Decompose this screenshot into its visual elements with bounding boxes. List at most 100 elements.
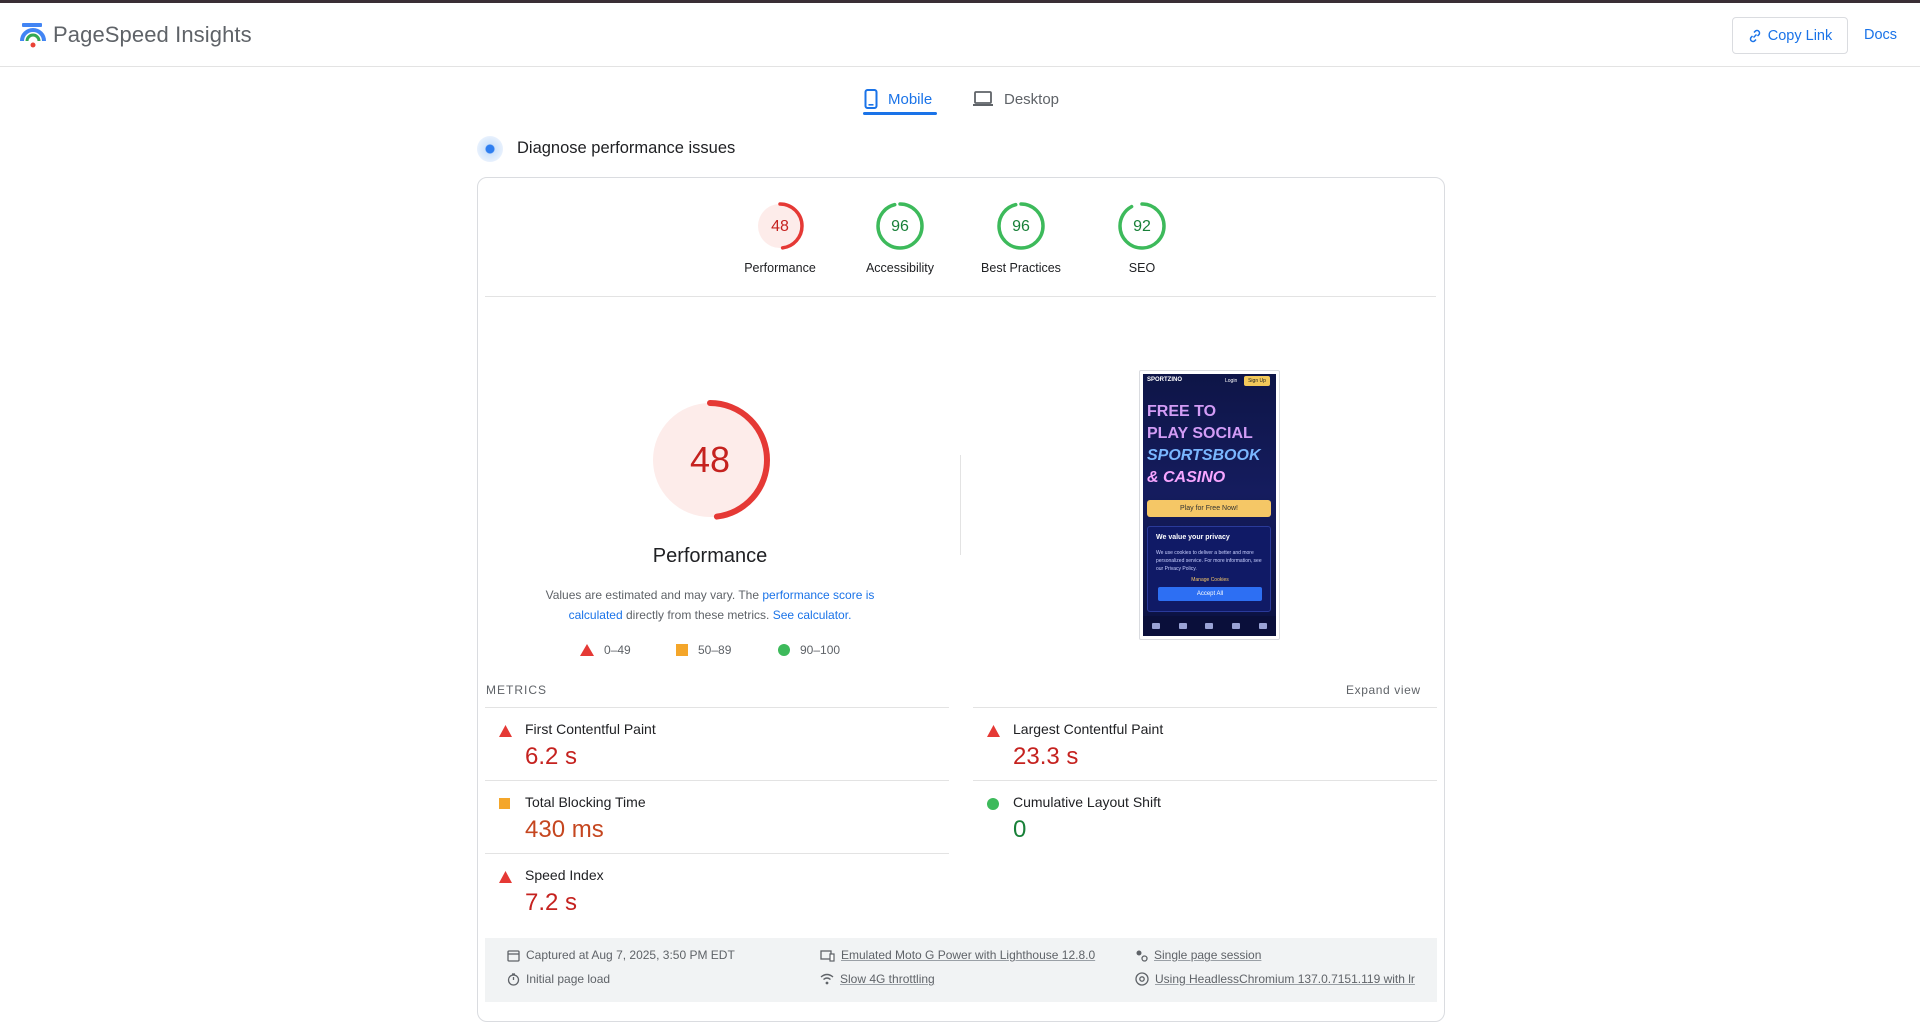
screenshot-hero: FREE TO PLAY SOCIAL SPORTSBOOK & CASINO [1147,401,1272,489]
section-title: Diagnose performance issues [517,139,736,157]
gauge-value: 96 [891,218,909,235]
screenshot-signup: Sign Up [1244,376,1270,386]
legend-average: 50–89 [676,643,731,657]
screenshot-login: Login [1225,378,1238,384]
phone-icon [864,89,878,109]
metric-speed-index: Speed Index 7.2 s [485,858,945,930]
screenshot-play-button: Play for Free Now! [1147,500,1271,517]
circle-icon [778,644,790,656]
nav-icon [1205,623,1214,629]
session-icon [1136,950,1148,962]
gauge-value: 92 [1133,218,1151,235]
app-header: PageSpeed Insights Copy Link Docs [0,3,1920,67]
average-square-icon [499,798,510,809]
browser-link[interactable]: Using HeadlessChromium 137.0.7151.119 wi… [1155,972,1415,986]
gauge-label: SEO [1128,261,1156,275]
gauge-ring: 96 [876,202,924,250]
privacy-body: We use cookies to deliver a better and m… [1156,550,1262,572]
screenshot-privacy-banner: We value your privacy We use cookies to … [1147,526,1271,612]
calendar-icon [507,949,520,962]
privacy-manage: Manage Cookies [1191,577,1229,583]
hero-line: PLAY SOCIAL [1147,425,1253,442]
metric-name: Total Blocking Time [525,794,646,810]
gauge-value: 96 [1012,218,1030,235]
gauge-label: Performance [744,261,816,275]
runtime-settings: Captured at Aug 7, 2025, 3:50 PM EDT Ini… [485,938,1437,1002]
wifi-icon [820,973,834,985]
metric-value: 6.2 s [525,743,578,770]
laptop-icon [973,91,993,106]
performance-big-score: 48 [690,439,730,480]
nav-icon [1178,623,1187,629]
metric-total-blocking-time: Total Blocking Time 430 ms [485,785,945,857]
fail-triangle-icon [987,725,1000,737]
expand-view-button[interactable]: Expand view [1346,683,1421,697]
timer-icon [507,972,520,986]
emulated-device-link[interactable]: Emulated Moto G Power with Lighthouse 12… [841,948,1095,962]
chrome-icon [1135,972,1149,986]
nav-icon [1258,623,1267,629]
hero-line: FREE TO [1147,403,1217,420]
performance-note: Values are estimated and may vary. The p… [520,585,900,625]
privacy-title: We value your privacy [1156,534,1230,541]
gauge-ring: 92 [1118,202,1166,250]
brand-title: PageSpeed Insights [53,22,252,47]
devices-icon [820,949,835,962]
tab-desktop[interactable]: Desktop [972,80,1062,118]
metric-largest-contentful-paint: Largest Contentful Paint 23.3 s [973,712,1433,784]
network-throttling[interactable]: Slow 4G throttling [820,972,935,986]
scores-divider [485,296,1436,297]
metric-value: 7.2 s [525,889,578,916]
pagespeed-logo-icon [20,23,46,48]
screenshot-bottom-nav [1143,616,1276,636]
metrics-heading: METRICS [486,683,547,697]
metric-name: Speed Index [525,867,604,883]
hero-line: & CASINO [1147,469,1226,486]
vertical-divider [960,455,961,555]
see-calculator-link[interactable]: See calculator. [773,608,852,622]
legend-pass: 90–100 [778,643,840,657]
copy-link-button[interactable]: Copy Link [1732,17,1848,54]
metric-cumulative-layout-shift: Cumulative Layout Shift 0 [973,785,1433,857]
score-gauge-seo[interactable]: 92 SEO [1087,200,1197,275]
metric-name: Largest Contentful Paint [1013,721,1164,737]
metric-divider [973,707,1437,708]
metric-divider [485,707,949,708]
legend-label: 90–100 [800,643,841,657]
throttling-link[interactable]: Slow 4G throttling [840,972,935,986]
page-screenshot-thumbnail[interactable]: SPORTZINO Login Sign Up FREE TO PLAY SOC… [1139,370,1280,640]
active-tab-indicator [863,112,937,115]
performance-title: Performance [652,545,768,567]
fail-triangle-icon [499,871,512,883]
tab-mobile-label: Mobile [888,90,933,108]
score-gauge-performance[interactable]: 48 Performance [725,200,835,275]
screenshot-brand: SPORTZINO [1147,377,1183,383]
square-icon [676,644,688,656]
session-link[interactable]: Single page session [1154,948,1261,962]
docs-link[interactable]: Docs [1864,27,1897,43]
metric-first-contentful-paint: First Contentful Paint 6.2 s [485,712,945,784]
score-gauge-accessibility[interactable]: 96 Accessibility [845,200,955,275]
hero-line: SPORTSBOOK [1147,447,1261,464]
screenshot-canvas: SPORTZINO Login Sign Up FREE TO PLAY SOC… [1143,374,1276,636]
nav-icon [1152,623,1161,629]
metric-value: 0 [1013,816,1027,843]
browser-version[interactable]: Using HeadlessChromium 137.0.7151.119 wi… [1135,972,1415,986]
emulated-device[interactable]: Emulated Moto G Power with Lighthouse 12… [820,948,1095,962]
metric-value: 23.3 s [1013,743,1079,770]
tab-desktop-label: Desktop [1004,90,1060,108]
triangle-icon [580,644,594,656]
legend-label: 0–49 [604,643,631,657]
gauge-ring: 96 [997,202,1045,250]
fail-triangle-icon [499,725,512,737]
note-text: Values are estimated and may vary. The [545,588,763,602]
metric-name: Cumulative Layout Shift [1013,794,1161,810]
diagnose-icon [477,136,503,162]
gauge-value: 48 [771,218,789,235]
captured-at-text: Captured at Aug 7, 2025, 3:50 PM EDT [526,948,735,962]
initial-page-load: Initial page load [507,972,610,986]
score-gauge-best-practices[interactable]: 96 Best Practices [966,200,1076,275]
link-icon [1749,29,1760,42]
performance-big-gauge: 48 [650,400,770,520]
session-type[interactable]: Single page session [1135,948,1261,962]
